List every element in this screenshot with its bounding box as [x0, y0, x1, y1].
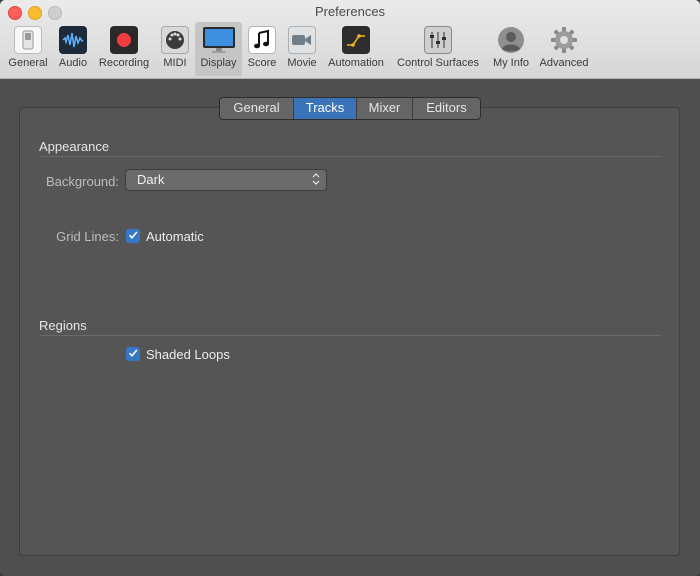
preferences-window: Preferences General Audio Recording MIDI…	[0, 0, 700, 576]
toolbar-item-display[interactable]: Display	[195, 22, 242, 76]
regions-divider	[39, 335, 661, 336]
toolbar-item-automation[interactable]: Automation	[324, 22, 388, 76]
midi-port-icon	[161, 26, 189, 54]
toolbar-label: General	[8, 57, 48, 69]
toolbar-label: Automation	[328, 57, 384, 69]
shaded-loops-checkbox[interactable]	[126, 347, 140, 361]
tab-bar: General Tracks Mixer Editors	[219, 97, 481, 120]
toolbar-label: Score	[247, 57, 277, 69]
faders-icon	[424, 26, 452, 54]
switch-icon	[14, 26, 42, 54]
checkmark-icon	[128, 227, 138, 245]
monitor-icon	[202, 26, 236, 54]
shaded-loops-checkbox-label[interactable]: Shaded Loops	[146, 347, 230, 362]
toolbar-item-movie[interactable]: Movie	[284, 22, 320, 76]
grid-lines-checkbox-label[interactable]: Automatic	[146, 229, 204, 244]
grid-lines-label: Grid Lines:	[56, 229, 119, 244]
background-select[interactable]: Dark	[125, 169, 327, 191]
chevron-up-down-icon	[312, 171, 320, 192]
tab-general[interactable]: General	[220, 98, 294, 119]
toolbar-item-recording[interactable]: Recording	[95, 22, 153, 76]
window-title: Preferences	[314, 4, 386, 19]
tab-tracks[interactable]: Tracks	[294, 98, 357, 119]
toolbar-label: Recording	[98, 57, 150, 69]
toolbar-item-general[interactable]: General	[5, 22, 51, 76]
regions-section-title: Regions	[39, 318, 87, 333]
tracks-panel: Appearance Background: Dark Grid Lines: …	[19, 107, 680, 556]
music-note-icon	[248, 26, 276, 54]
toolbar-label: My Info	[492, 57, 530, 69]
waveform-icon	[59, 26, 87, 54]
record-icon	[110, 26, 138, 54]
toolbar-item-audio[interactable]: Audio	[55, 22, 91, 76]
toolbar-item-midi[interactable]: MIDI	[158, 22, 192, 76]
grid-lines-checkbox[interactable]	[126, 229, 140, 243]
background-select-value: Dark	[137, 172, 165, 187]
background-label: Background:	[46, 174, 119, 189]
gear-icon	[550, 26, 578, 54]
toolbar-label: Movie	[287, 57, 317, 69]
toolbar-label: Control Surfaces	[397, 57, 479, 69]
appearance-divider	[39, 156, 661, 157]
title-bar: Preferences General Audio Recording MIDI…	[0, 0, 700, 79]
appearance-section-title: Appearance	[39, 139, 110, 154]
toolbar-item-score[interactable]: Score	[245, 22, 279, 76]
checkmark-icon	[128, 345, 138, 363]
tab-mixer[interactable]: Mixer	[357, 98, 413, 119]
video-camera-icon	[288, 26, 316, 54]
automation-curve-icon	[342, 26, 370, 54]
toolbar-item-advanced[interactable]: Advanced	[537, 22, 591, 76]
toolbar-item-control-surfaces[interactable]: Control Surfaces	[392, 22, 484, 76]
toolbar-label: Display	[200, 57, 237, 69]
toolbar-item-my-info[interactable]: My Info	[488, 22, 534, 76]
tab-editors[interactable]: Editors	[413, 98, 480, 119]
toolbar-label: MIDI	[163, 57, 187, 69]
toolbar-label: Audio	[58, 57, 88, 69]
user-silhouette-icon	[497, 26, 525, 54]
toolbar-label: Advanced	[539, 57, 589, 69]
